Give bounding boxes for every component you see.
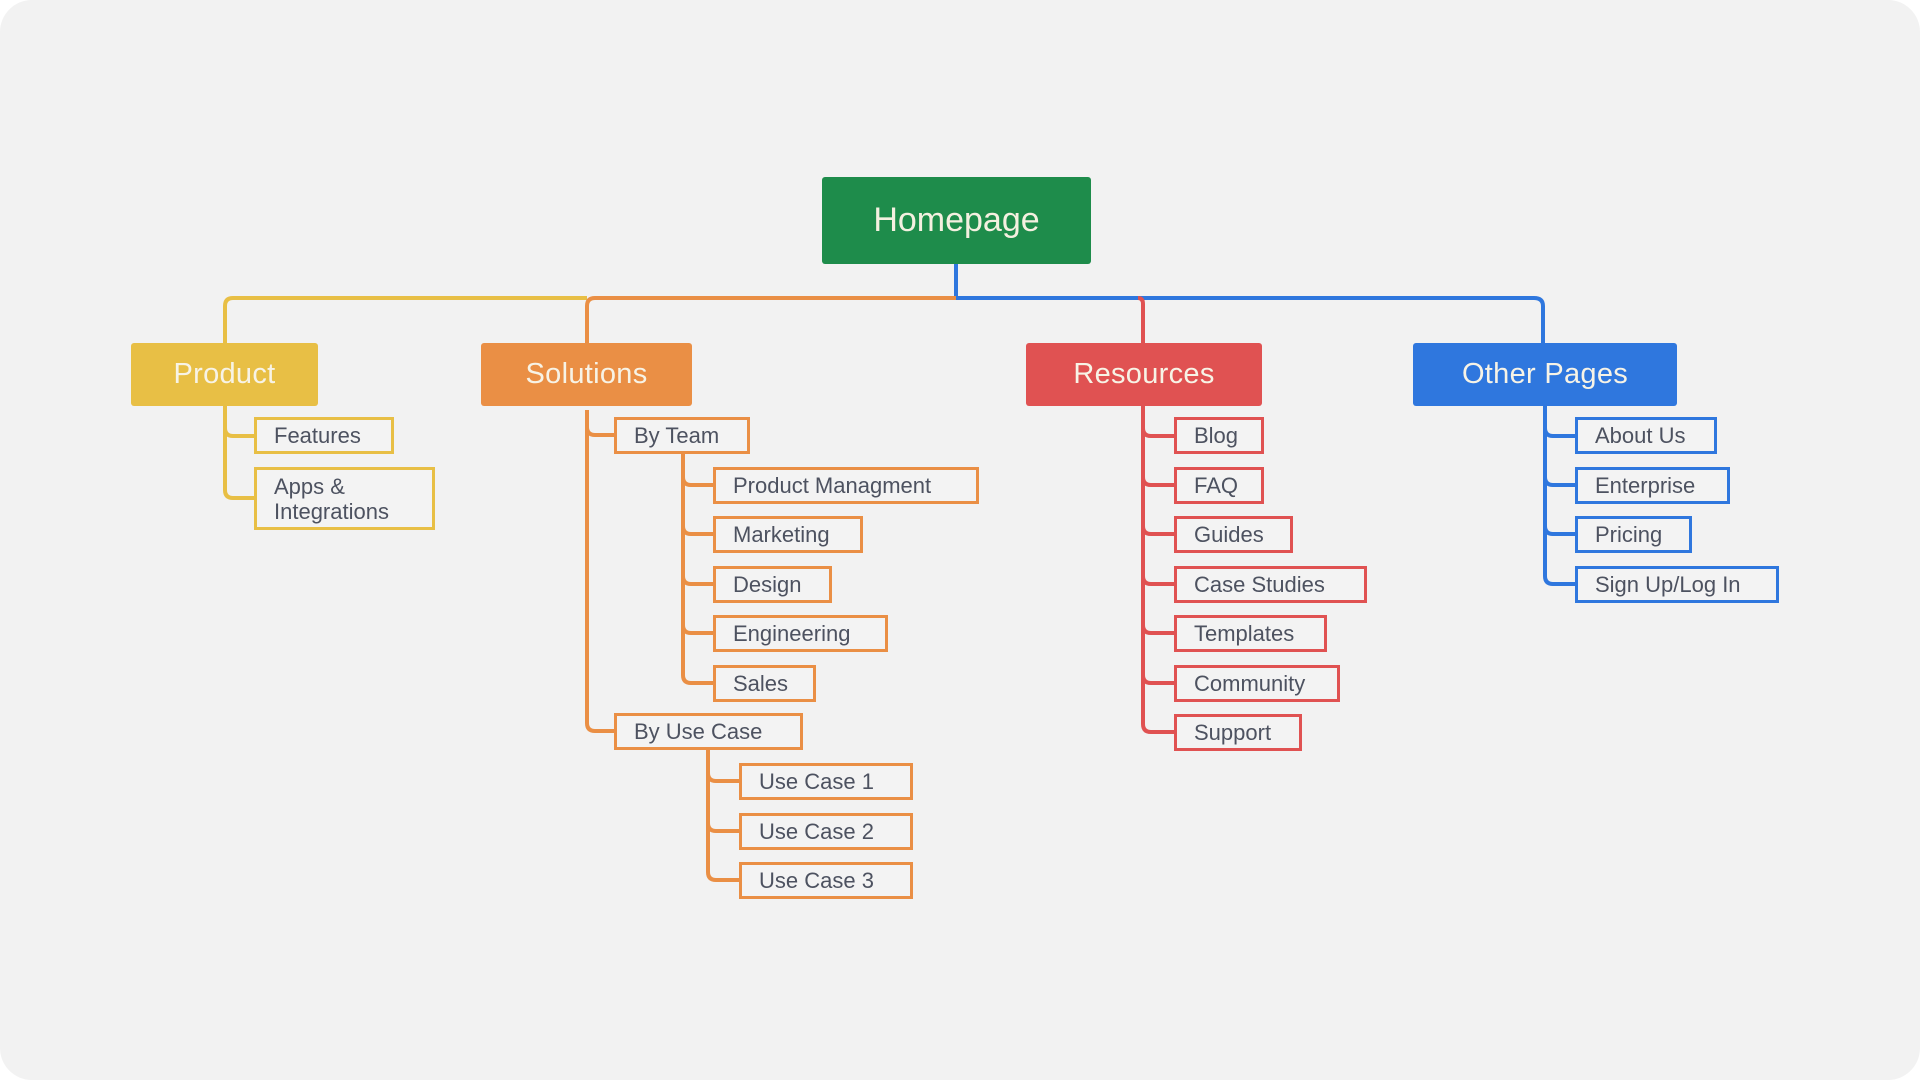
node-design[interactable]: Design <box>713 566 832 603</box>
node-use-case-3-label: Use Case 3 <box>759 868 874 893</box>
node-product-label: Product <box>173 358 276 390</box>
node-sales[interactable]: Sales <box>713 665 816 702</box>
node-sign-up-log-in[interactable]: Sign Up/Log In <box>1575 566 1779 603</box>
node-product[interactable]: Product <box>131 343 318 406</box>
node-enterprise-label: Enterprise <box>1595 473 1696 498</box>
node-use-case-2[interactable]: Use Case 2 <box>739 813 913 850</box>
node-case-studies[interactable]: Case Studies <box>1174 566 1367 603</box>
node-engineering[interactable]: Engineering <box>713 615 888 652</box>
connector-solutions-byusecase <box>585 427 614 733</box>
node-faq[interactable]: FAQ <box>1174 467 1264 504</box>
connector-resources-blog <box>1141 406 1174 438</box>
node-pricing[interactable]: Pricing <box>1575 516 1692 553</box>
node-pricing-label: Pricing <box>1595 522 1663 547</box>
node-blog[interactable]: Blog <box>1174 417 1264 454</box>
node-blog-label: Blog <box>1194 423 1239 448</box>
connector-bus-right <box>956 296 1545 343</box>
node-product-managment-label: Product Managment <box>733 473 932 498</box>
connector-usecase-1 <box>706 750 739 783</box>
node-apps-integrations-label: Apps & Integrations <box>274 474 389 524</box>
node-use-case-3[interactable]: Use Case 3 <box>739 862 913 899</box>
node-sales-label: Sales <box>733 671 789 696</box>
node-use-case-1-label: Use Case 1 <box>759 769 874 794</box>
sitemap-canvas: Homepage Product Solutions Resources Oth… <box>0 0 1920 1080</box>
node-by-team-label: By Team <box>634 423 720 448</box>
node-guides-label: Guides <box>1194 522 1264 547</box>
node-guides[interactable]: Guides <box>1174 516 1293 553</box>
node-features[interactable]: Features <box>254 417 394 454</box>
connector-solutions-byteam <box>585 410 614 437</box>
node-templates-label: Templates <box>1194 621 1295 646</box>
node-sign-up-log-in-label: Sign Up/Log In <box>1595 572 1741 597</box>
node-community-label: Community <box>1194 671 1306 696</box>
node-community[interactable]: Community <box>1174 665 1340 702</box>
node-engineering-label: Engineering <box>733 621 851 646</box>
node-homepage-label: Homepage <box>873 201 1040 239</box>
node-templates[interactable]: Templates <box>1174 615 1327 652</box>
node-by-use-case[interactable]: By Use Case <box>614 713 803 750</box>
node-resources[interactable]: Resources <box>1026 343 1262 406</box>
node-enterprise[interactable]: Enterprise <box>1575 467 1730 504</box>
connector-byteam-pm <box>681 453 713 487</box>
connector-product-features <box>223 406 254 438</box>
node-use-case-2-label: Use Case 2 <box>759 819 874 844</box>
node-product-managment[interactable]: Product Managment <box>713 467 979 504</box>
node-features-label: Features <box>274 423 361 448</box>
connector-bus-product <box>223 296 587 343</box>
connector-product-apps <box>223 428 254 500</box>
node-case-studies-label: Case Studies <box>1194 572 1325 597</box>
node-other-pages[interactable]: Other Pages <box>1413 343 1677 406</box>
node-homepage[interactable]: Homepage <box>822 177 1091 264</box>
connector-other-about <box>1543 406 1575 438</box>
node-by-use-case-label: By Use Case <box>634 719 763 744</box>
node-support-label: Support <box>1194 720 1272 745</box>
node-marketing-label: Marketing <box>733 522 830 547</box>
node-support[interactable]: Support <box>1174 714 1302 751</box>
node-faq-label: FAQ <box>1194 473 1239 498</box>
node-other-pages-label: Other Pages <box>1461 358 1629 390</box>
node-apps-integrations[interactable]: Apps & Integrations <box>254 467 435 530</box>
node-solutions-label: Solutions <box>525 358 648 390</box>
node-about-us-label: About Us <box>1595 423 1686 448</box>
node-design-label: Design <box>733 572 802 597</box>
connector-bus-solutions <box>585 296 956 343</box>
node-use-case-1[interactable]: Use Case 1 <box>739 763 913 800</box>
node-solutions[interactable]: Solutions <box>481 343 692 406</box>
connector-bus-resources <box>1137 296 1145 343</box>
node-by-team[interactable]: By Team <box>614 417 750 454</box>
node-resources-label: Resources <box>1073 358 1215 390</box>
node-about-us[interactable]: About Us <box>1575 417 1717 454</box>
node-marketing[interactable]: Marketing <box>713 516 863 553</box>
